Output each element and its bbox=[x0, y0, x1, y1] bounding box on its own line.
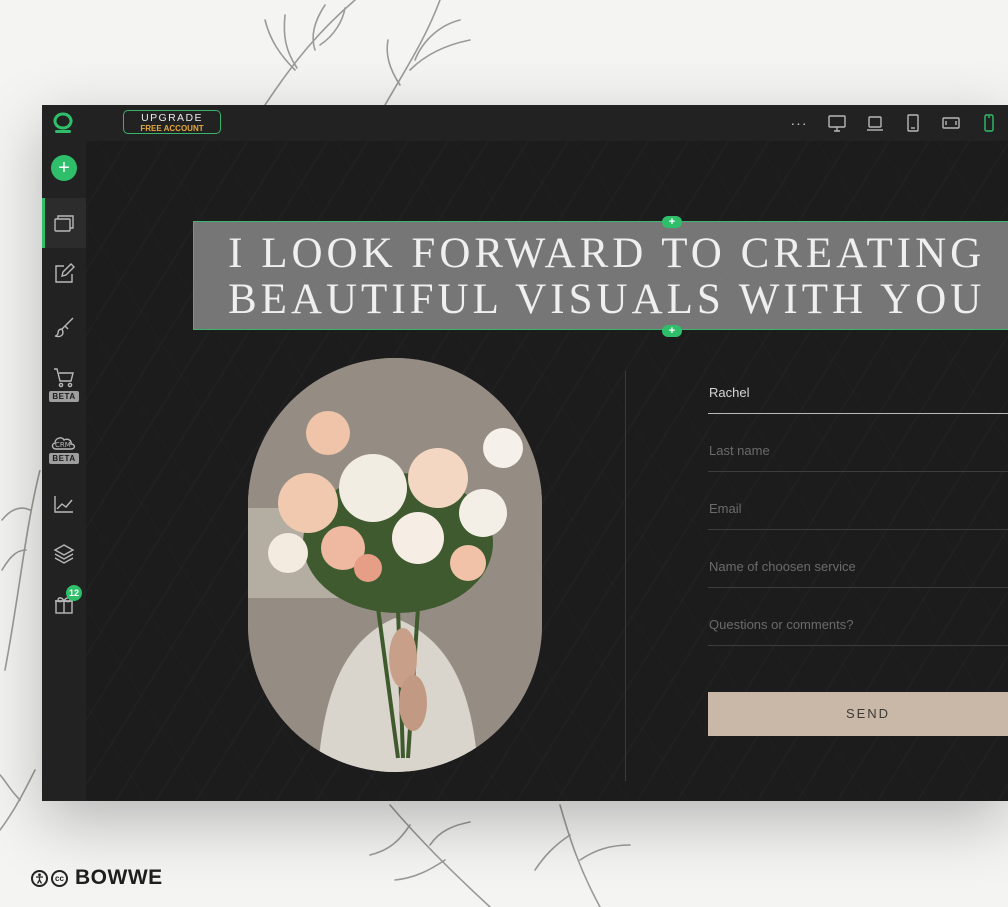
mobile-icon bbox=[984, 114, 994, 132]
laptop-icon bbox=[867, 115, 883, 131]
add-section-below-button[interactable]: + bbox=[662, 325, 682, 337]
sidebar-item-add[interactable]: + bbox=[42, 145, 86, 191]
email-placeholder: Email bbox=[709, 501, 742, 516]
plus-icon: + bbox=[51, 155, 77, 181]
left-sidebar: + BETA CRM BETA 12 bbox=[42, 141, 86, 801]
top-bar: UPGRADE FREE ACCOUNT ··· bbox=[42, 105, 1008, 142]
tablet-landscape-icon bbox=[942, 117, 960, 129]
brush-icon bbox=[54, 317, 74, 338]
accessibility-icon bbox=[31, 869, 48, 887]
headline-text[interactable]: I LOOK FORWARD TO CREATING BEAUTIFUL VIS… bbox=[228, 231, 985, 323]
upgrade-label: UPGRADE bbox=[141, 112, 203, 124]
sidebar-item-gifts[interactable]: 12 bbox=[42, 581, 86, 627]
sidebar-item-statistics[interactable] bbox=[42, 481, 86, 527]
column-divider bbox=[625, 371, 626, 781]
pages-icon bbox=[54, 215, 74, 232]
send-button[interactable]: SEND bbox=[708, 692, 1008, 736]
laptop-view-button[interactable] bbox=[856, 105, 894, 141]
upgrade-button[interactable]: UPGRADE FREE ACCOUNT bbox=[123, 110, 221, 134]
bowwe-logo-icon[interactable] bbox=[52, 112, 74, 134]
creative-commons-icon: cc bbox=[51, 869, 68, 887]
cart-icon bbox=[54, 367, 74, 387]
email-field[interactable]: Email bbox=[708, 472, 1008, 530]
contact-form: Rachel Last name Email Name of choosen s… bbox=[708, 363, 1008, 736]
desktop-icon bbox=[828, 114, 846, 132]
bouquet-illustration bbox=[248, 358, 542, 772]
service-placeholder: Name of choosen service bbox=[709, 559, 856, 574]
editor-window: UPGRADE FREE ACCOUNT ··· + BETA CRM BETA… bbox=[42, 105, 1008, 801]
headline-block[interactable]: I LOOK FORWARD TO CREATING BEAUTIFUL VIS… bbox=[193, 221, 1008, 330]
notification-count: 12 bbox=[66, 585, 82, 601]
botanical-sketch-left bbox=[0, 470, 41, 831]
botanical-sketch-bottom bbox=[369, 804, 631, 907]
edit-icon bbox=[55, 263, 75, 283]
first-name-field[interactable]: Rachel bbox=[708, 363, 1008, 414]
desktop-view-button[interactable] bbox=[818, 105, 856, 141]
sidebar-item-design[interactable] bbox=[42, 304, 86, 350]
svg-text:CRM: CRM bbox=[55, 441, 71, 449]
tablet-icon bbox=[907, 114, 919, 132]
sidebar-item-shop[interactable]: BETA bbox=[42, 361, 86, 407]
layers-icon bbox=[53, 544, 75, 564]
last-name-placeholder: Last name bbox=[709, 443, 770, 458]
beta-badge: BETA bbox=[49, 452, 79, 464]
mobile-view-button[interactable] bbox=[970, 105, 1008, 141]
stats-icon bbox=[54, 496, 73, 513]
questions-placeholder: Questions or comments? bbox=[709, 617, 854, 632]
questions-field[interactable]: Questions or comments? bbox=[708, 588, 1008, 646]
crm-cloud-icon: CRM bbox=[51, 436, 76, 450]
beta-badge: BETA bbox=[49, 390, 79, 402]
sidebar-item-pages[interactable] bbox=[42, 198, 86, 248]
device-switcher: ··· bbox=[780, 105, 1008, 141]
page-canvas: I LOOK FORWARD TO CREATING BEAUTIFUL VIS… bbox=[86, 141, 1008, 801]
last-name-field[interactable]: Last name bbox=[708, 414, 1008, 472]
bouquet-photo[interactable] bbox=[248, 358, 542, 772]
upgrade-sublabel: FREE ACCOUNT bbox=[140, 124, 204, 133]
tablet-landscape-view-button[interactable] bbox=[932, 105, 970, 141]
sidebar-item-edit[interactable] bbox=[42, 251, 86, 297]
sidebar-item-layers[interactable] bbox=[42, 531, 86, 577]
tablet-view-button[interactable] bbox=[894, 105, 932, 141]
sidebar-item-crm[interactable]: CRM BETA bbox=[42, 424, 86, 470]
first-name-value: Rachel bbox=[709, 385, 750, 400]
more-options-button[interactable]: ··· bbox=[780, 105, 818, 141]
footer-brand: cc BOWWE bbox=[31, 866, 163, 890]
brand-name: BOWWE bbox=[75, 866, 163, 889]
service-field[interactable]: Name of choosen service bbox=[708, 530, 1008, 588]
add-section-above-button[interactable]: + bbox=[662, 216, 682, 228]
botanical-sketch-top bbox=[264, 0, 471, 106]
